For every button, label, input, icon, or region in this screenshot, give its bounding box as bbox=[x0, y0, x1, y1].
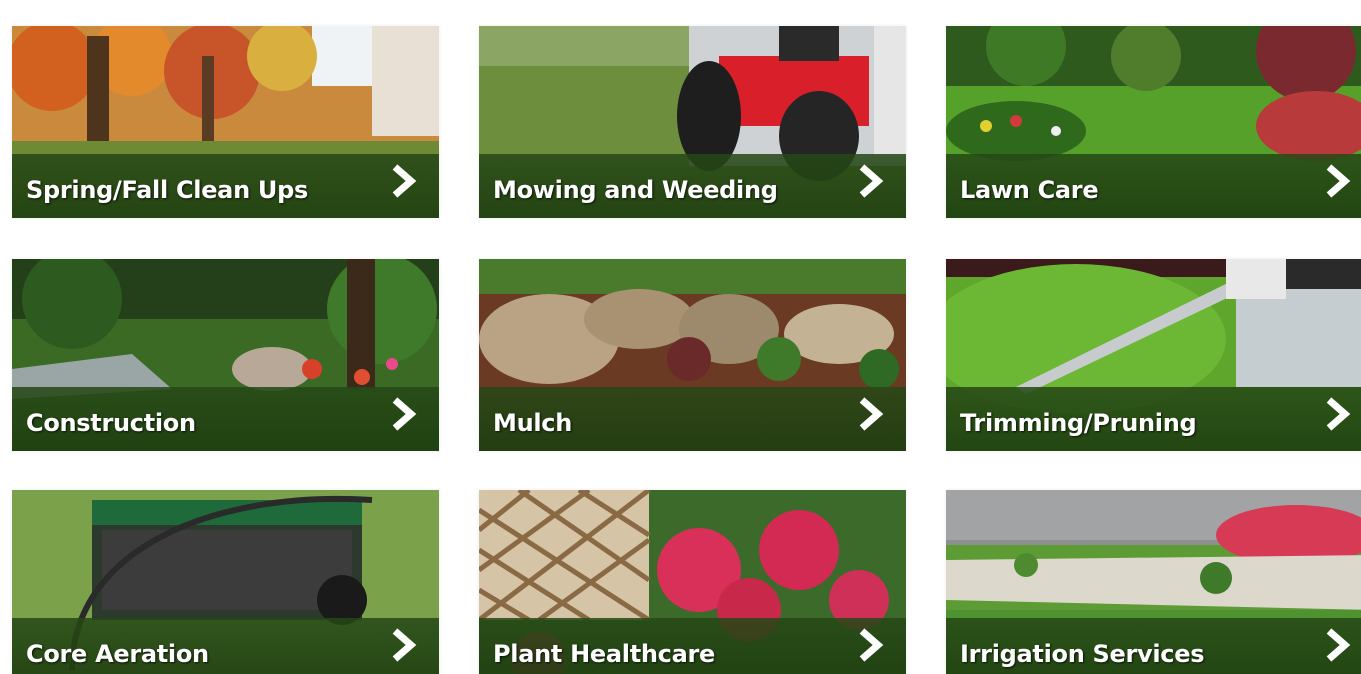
service-tile-lawn-care[interactable]: Lawn Care bbox=[946, 26, 1361, 218]
service-label: Trimming/Pruning bbox=[960, 409, 1197, 437]
service-tile-mulch[interactable]: Mulch bbox=[479, 259, 906, 451]
service-label: Spring/Fall Clean Ups bbox=[26, 176, 308, 204]
chevron-right-icon[interactable] bbox=[854, 164, 888, 198]
chevron-right-icon[interactable] bbox=[387, 164, 421, 198]
service-tile-construction[interactable]: Construction bbox=[12, 259, 439, 451]
service-label: Mulch bbox=[493, 409, 573, 437]
service-tile-plant-healthcare[interactable]: Plant Healthcare bbox=[479, 490, 906, 674]
chevron-right-icon[interactable] bbox=[387, 628, 421, 662]
chevron-right-icon[interactable] bbox=[1321, 164, 1355, 198]
service-tile-spring-fall-clean-ups[interactable]: Spring/Fall Clean Ups bbox=[12, 26, 439, 218]
service-label: Core Aeration bbox=[26, 640, 209, 668]
chevron-right-icon[interactable] bbox=[1321, 397, 1355, 431]
service-label: Mowing and Weeding bbox=[493, 176, 778, 204]
service-tile-irrigation-services[interactable]: Irrigation Services bbox=[946, 490, 1361, 674]
service-label: Construction bbox=[26, 409, 196, 437]
chevron-right-icon[interactable] bbox=[1321, 628, 1355, 662]
service-tile-core-aeration[interactable]: Core Aeration bbox=[12, 490, 439, 674]
chevron-right-icon[interactable] bbox=[854, 628, 888, 662]
service-tile-mowing-and-weeding[interactable]: Mowing and Weeding bbox=[479, 26, 906, 218]
service-tile-trimming-pruning[interactable]: Trimming/Pruning bbox=[946, 259, 1361, 451]
chevron-right-icon[interactable] bbox=[854, 397, 888, 431]
services-grid: Spring/Fall Clean Ups Mowing and Weeding bbox=[0, 0, 1361, 674]
service-label: Lawn Care bbox=[960, 176, 1099, 204]
service-label: Irrigation Services bbox=[960, 640, 1205, 668]
service-label: Plant Healthcare bbox=[493, 640, 716, 668]
chevron-right-icon[interactable] bbox=[387, 397, 421, 431]
